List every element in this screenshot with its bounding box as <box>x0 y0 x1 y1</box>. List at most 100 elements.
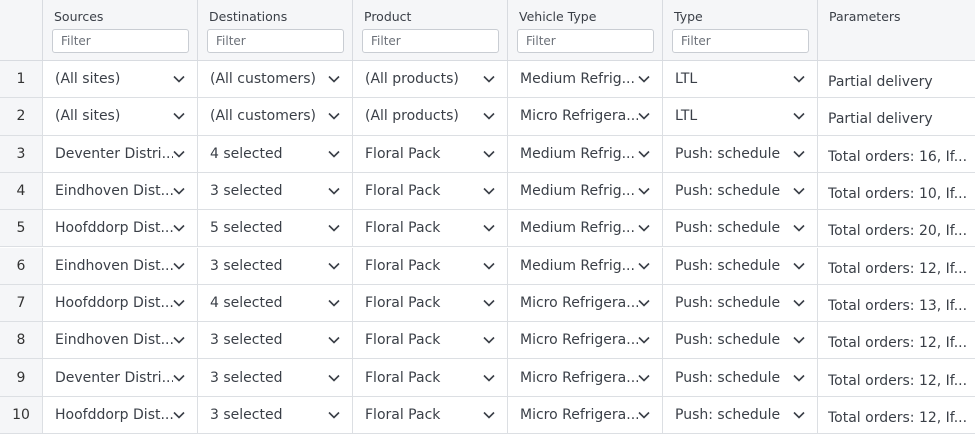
chevron-down-icon <box>328 299 340 307</box>
product-select[interactable]: Floral Pack <box>353 359 507 395</box>
product-select[interactable]: Floral Pack <box>353 397 507 433</box>
destinations-select[interactable]: 3 selected <box>198 248 352 284</box>
destinations-cell: 4 selected <box>198 135 353 172</box>
sources-select[interactable]: Hoofddorp Dist... <box>43 210 197 246</box>
product-value: (All products) <box>365 108 459 125</box>
type-select[interactable]: Push: schedule <box>663 397 817 433</box>
vehicle-type-value: Medium Refrig... <box>520 220 635 237</box>
row-number-cell <box>0 98 43 135</box>
sources-select[interactable]: Hoofddorp Dist... <box>43 397 197 433</box>
vehicle-type-select[interactable]: Medium Refrig... <box>508 173 662 209</box>
destinations-select[interactable]: 4 selected <box>198 136 352 172</box>
type-select[interactable]: Push: schedule <box>663 248 817 284</box>
product-select[interactable]: Floral Pack <box>353 322 507 358</box>
destinations-cell: 3 selected <box>198 359 353 396</box>
type-select[interactable]: Push: schedule <box>663 359 817 395</box>
product-select[interactable]: Floral Pack <box>353 285 507 321</box>
parameters-cell[interactable]: Total orders: 12, If... <box>818 359 975 395</box>
vehicle-type-select[interactable]: Medium Refrig... <box>508 61 662 97</box>
sources-select[interactable]: Eindhoven Dist... <box>43 173 197 209</box>
vehicle-type-select[interactable]: Medium Refrig... <box>508 136 662 172</box>
parameters-cell[interactable]: Total orders: 16, If... <box>818 136 975 172</box>
parameters-cell[interactable]: Total orders: 12, If... <box>818 248 975 284</box>
destinations-select[interactable]: 3 selected <box>198 359 352 395</box>
destinations-value: 3 selected <box>210 257 283 274</box>
type-cell: Push: schedule <box>663 135 818 172</box>
destinations-select[interactable]: 5 selected <box>198 210 352 246</box>
chevron-down-icon <box>793 187 805 195</box>
product-select[interactable]: (All products) <box>353 98 507 134</box>
sources-select[interactable]: Eindhoven Dist... <box>43 322 197 358</box>
chevron-down-icon <box>173 336 185 344</box>
sources-cell: Deventer Distri... <box>43 135 198 172</box>
type-filter-input[interactable] <box>672 29 809 53</box>
sources-cell: Eindhoven Dist... <box>43 247 198 284</box>
parameters-cell[interactable]: Total orders: 20, If... <box>818 210 975 246</box>
destinations-select[interactable]: 3 selected <box>198 322 352 358</box>
sources-value: (All sites) <box>55 71 121 88</box>
type-value: Push: schedule <box>675 406 781 423</box>
destinations-select[interactable]: 4 selected <box>198 285 352 321</box>
parameters-cell[interactable]: Total orders: 12, If... <box>818 397 975 433</box>
destinations-select[interactable]: 3 selected <box>198 173 352 209</box>
destinations-value: 3 selected <box>210 406 283 423</box>
product-value: Floral Pack <box>365 406 441 423</box>
product-select[interactable]: Floral Pack <box>353 136 507 172</box>
vehicle-type-select[interactable]: Medium Refrig... <box>508 210 662 246</box>
sources-select[interactable]: Deventer Distri... <box>43 136 197 172</box>
destinations-cell: 3 selected <box>198 172 353 210</box>
destinations-filter-input[interactable] <box>207 29 344 53</box>
destinations-select[interactable]: (All customers) <box>198 61 352 97</box>
type-select[interactable]: Push: schedule <box>663 285 817 321</box>
chevron-down-icon <box>173 150 185 158</box>
product-value: Floral Pack <box>365 145 441 162</box>
vehicle-type-cell: Medium Refrig... <box>508 61 663 98</box>
vehicle-type-filter-input[interactable] <box>517 29 654 53</box>
product-cell: Floral Pack <box>353 247 508 284</box>
sources-value: Deventer Distri... <box>55 369 173 386</box>
column-header-type: Type <box>663 0 818 61</box>
type-select[interactable]: LTL <box>663 98 817 134</box>
vehicle-type-select[interactable]: Micro Refrigera... <box>508 322 662 358</box>
chevron-down-icon <box>638 187 650 195</box>
sources-select[interactable]: Eindhoven Dist... <box>43 248 197 284</box>
chevron-down-icon <box>173 374 185 382</box>
product-select[interactable]: (All products) <box>353 61 507 97</box>
vehicle-type-cell: Medium Refrig... <box>508 172 663 210</box>
parameters-cell[interactable]: Partial delivery <box>818 61 975 97</box>
sources-select[interactable]: (All sites) <box>43 98 197 134</box>
vehicle-type-select[interactable]: Medium Refrig... <box>508 248 662 284</box>
type-select[interactable]: Push: schedule <box>663 173 817 209</box>
product-filter-input[interactable] <box>362 29 499 53</box>
sources-select[interactable]: Deventer Distri... <box>43 359 197 395</box>
vehicle-type-select[interactable]: Micro Refrigera... <box>508 359 662 395</box>
sources-filter-input[interactable] <box>52 29 189 53</box>
chevron-down-icon <box>483 336 495 344</box>
parameters-cell[interactable]: Total orders: 10, If... <box>818 173 975 209</box>
product-select[interactable]: Floral Pack <box>353 210 507 246</box>
type-select[interactable]: Push: schedule <box>663 322 817 358</box>
sources-select[interactable]: (All sites) <box>43 61 197 97</box>
table-row: 5 Hoofddorp Dist... 5 selected Floral Pa… <box>0 210 975 248</box>
row-number-cell <box>0 359 43 396</box>
chevron-down-icon <box>793 75 805 83</box>
parameters-cell[interactable]: Total orders: 12, If... <box>818 322 975 358</box>
destinations-select[interactable]: (All customers) <box>198 98 352 134</box>
vehicle-type-select[interactable]: Micro Refrigera... <box>508 397 662 433</box>
vehicle-type-select[interactable]: Micro Refrigera... <box>508 285 662 321</box>
vehicle-type-select[interactable]: Micro Refrigera... <box>508 98 662 134</box>
type-cell: Push: schedule <box>663 247 818 284</box>
type-select[interactable]: LTL <box>663 61 817 97</box>
product-select[interactable]: Floral Pack <box>353 248 507 284</box>
sources-select[interactable]: Hoofddorp Dist... <box>43 285 197 321</box>
product-value: (All products) <box>365 71 459 88</box>
destinations-value: 3 selected <box>210 332 283 349</box>
type-select[interactable]: Push: schedule <box>663 136 817 172</box>
parameters-cell[interactable]: Total orders: 13, If... <box>818 285 975 321</box>
row-number-cell <box>0 247 43 284</box>
destinations-select[interactable]: 3 selected <box>198 397 352 433</box>
type-select[interactable]: Push: schedule <box>663 210 817 246</box>
product-select[interactable]: Floral Pack <box>353 173 507 209</box>
parameters-cell[interactable]: Partial delivery <box>818 98 975 134</box>
chevron-down-icon <box>483 224 495 232</box>
